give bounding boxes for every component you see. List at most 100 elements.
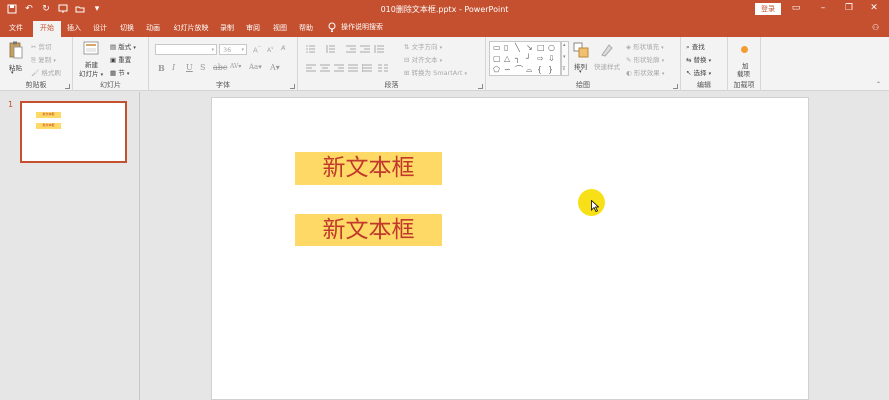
share-icon[interactable]: ⚇ [872, 23, 879, 32]
ribbon-display-icon[interactable]: ▭ [789, 3, 803, 13]
decrease-indent-icon[interactable] [346, 45, 356, 53]
section-button[interactable]: ▦ 节 ▾ [110, 67, 129, 77]
tab-view[interactable]: 视图 [270, 23, 290, 37]
tab-record[interactable]: 录制 [217, 23, 237, 37]
paste-icon[interactable] [9, 41, 23, 59]
curve-shape-icon[interactable]: ∽ [504, 66, 511, 74]
minimize-icon[interactable]: – [816, 3, 830, 13]
align-center-icon[interactable] [320, 64, 330, 72]
align-right-icon[interactable] [334, 64, 344, 72]
arrange-dropdown-icon[interactable]: ▾ [579, 69, 582, 75]
down-arrow-shape-icon[interactable]: ⇩ [548, 55, 555, 63]
columns-icon[interactable] [378, 64, 388, 72]
copy-button[interactable]: ⎘ 复制 ▾ [31, 54, 56, 65]
addins-button-line2[interactable]: 载项 [737, 68, 750, 78]
vertical-textbox-shape-icon[interactable]: ▯ [504, 44, 508, 52]
line-spacing-icon[interactable] [374, 45, 384, 53]
drawing-launcher-icon[interactable] [673, 84, 678, 89]
restore-icon[interactable]: ❐ [842, 3, 856, 13]
rounded-rect-shape-icon[interactable]: ▢ [493, 55, 501, 63]
gallery-more-icon[interactable]: ⊽ [562, 66, 566, 72]
change-case-button[interactable]: Aa▾ [249, 63, 262, 71]
triangle-shape-icon[interactable]: △ [504, 55, 510, 63]
scroll-up-icon[interactable]: ▴ [563, 42, 566, 48]
align-text-button[interactable]: ⊟ 对齐文本 ▾ [404, 54, 442, 64]
close-icon[interactable]: ✕ [867, 3, 881, 13]
arrange-icon[interactable] [573, 42, 589, 58]
textbox-2[interactable]: 新文本框 [295, 214, 442, 246]
scroll-down-icon[interactable]: ▾ [563, 54, 566, 60]
font-launcher-icon[interactable] [290, 84, 295, 89]
oval-shape-icon[interactable]: ○ [548, 44, 555, 52]
paragraph-launcher-icon[interactable] [478, 84, 483, 89]
arc-shape-icon[interactable]: ⌓ [526, 66, 532, 74]
textbox-shape-icon[interactable]: ▭ [493, 44, 501, 52]
shapes-gallery[interactable]: ▭ ▯ ╲ ↘ □ ○ ▢ △ ┐ ┘ ⇨ ⇩ ⬠ ∽ ⌒ ⌓ { } [489, 41, 561, 76]
underline-button[interactable]: U [186, 63, 193, 72]
quick-styles-button[interactable]: 快速样式 [594, 61, 620, 71]
clear-format-icon[interactable]: A̸ [281, 44, 285, 52]
reset-button[interactable]: ▣ 重置 [110, 54, 131, 64]
addins-icon[interactable] [740, 45, 749, 54]
tab-slideshow[interactable]: 幻灯片放映 [170, 23, 212, 37]
arrow-line-shape-icon[interactable]: ↘ [526, 44, 533, 52]
smartart-button[interactable]: ⊞ 转换为 SmartArt ▾ [404, 67, 467, 77]
pentagon-shape-icon[interactable]: ⬠ [493, 66, 500, 74]
shrink-font-button[interactable]: Av [267, 45, 273, 54]
text-direction-button[interactable]: ⇅ 文字方向 ▾ [404, 41, 442, 51]
font-family-combo[interactable]: ▾ [155, 44, 217, 55]
align-left-icon[interactable] [306, 64, 316, 72]
distributed-icon[interactable] [362, 64, 372, 72]
shape-fill-button[interactable]: ◈ 形状填充 ▾ [626, 41, 664, 51]
brace-left-shape-icon[interactable]: { [537, 66, 542, 74]
tab-transitions[interactable]: 切换 [117, 23, 137, 37]
numbering-icon[interactable] [326, 45, 336, 53]
rectangle-shape-icon[interactable]: □ [537, 44, 545, 52]
find-button[interactable]: ⌕ 查找 [686, 41, 705, 52]
font-color-button[interactable]: A▾ [270, 63, 280, 72]
brace-right-shape-icon[interactable]: } [548, 66, 553, 74]
elbow-arrow-shape-icon[interactable]: ┘ [526, 55, 531, 63]
tab-home[interactable]: 开始 [33, 21, 61, 37]
char-spacing-button[interactable]: AV▾ [230, 63, 241, 70]
select-button[interactable]: ↖ 选择 ▾ [686, 67, 711, 77]
bullets-icon[interactable] [306, 45, 316, 53]
strikethrough-button[interactable]: abc [213, 63, 227, 72]
paste-dropdown-icon[interactable]: ▾ [11, 70, 14, 76]
tab-review[interactable]: 审阅 [243, 23, 263, 37]
textbox-1[interactable]: 新文本框 [295, 152, 442, 185]
login-button[interactable]: 登录 [755, 3, 781, 15]
increase-indent-icon[interactable] [360, 45, 370, 53]
tab-insert[interactable]: 插入 [64, 23, 84, 37]
tab-file[interactable]: 文件 [6, 23, 26, 37]
slide-canvas[interactable]: 新文本框 新文本框 [211, 97, 809, 400]
tell-me-search[interactable]: 操作说明搜索 [328, 22, 383, 32]
tab-help[interactable]: 帮助 [296, 23, 316, 37]
shape-outline-button[interactable]: ✎ 形状轮廓 ▾ [626, 54, 664, 64]
freeform-shape-icon[interactable]: ⌒ [515, 66, 523, 74]
clipboard-launcher-icon[interactable] [65, 84, 70, 89]
new-slide-icon[interactable] [83, 41, 99, 55]
quick-styles-icon[interactable] [599, 42, 615, 58]
cut-button[interactable]: ✂ 剪切 [31, 41, 52, 51]
paint-bucket-icon: ◈ [626, 43, 631, 51]
tab-design[interactable]: 设计 [90, 23, 110, 37]
shape-effects-button[interactable]: ◐ 形状效果 ▾ [626, 67, 664, 77]
layout-button[interactable]: ▤ 版式 ▾ [110, 41, 136, 51]
italic-button[interactable]: I [172, 63, 175, 72]
right-arrow-shape-icon[interactable]: ⇨ [537, 55, 544, 63]
collapse-ribbon-icon[interactable]: ⌃ [876, 81, 881, 88]
grow-font-button[interactable]: A^ [253, 45, 261, 54]
new-slide-dropdown[interactable]: 幻灯片 ▾ [79, 68, 103, 78]
slide-thumbnail[interactable]: 新文本框 新文本框 [20, 101, 127, 163]
line-shape-icon[interactable]: ╲ [515, 44, 520, 52]
font-size-combo[interactable]: 36 ▾ [219, 44, 247, 55]
shapes-gallery-scroll[interactable]: ▴ ▾ ⊽ [561, 41, 569, 76]
shadow-button[interactable]: S [200, 63, 205, 72]
elbow-connector-shape-icon[interactable]: ┐ [515, 55, 520, 63]
tab-animations[interactable]: 动画 [143, 23, 163, 37]
format-painter-button[interactable]: 🖌 格式刷 [31, 67, 61, 77]
bold-button[interactable]: B [158, 63, 165, 73]
justify-icon[interactable] [348, 64, 358, 72]
replace-button[interactable]: ⇆ 替换 ▾ [686, 54, 711, 64]
